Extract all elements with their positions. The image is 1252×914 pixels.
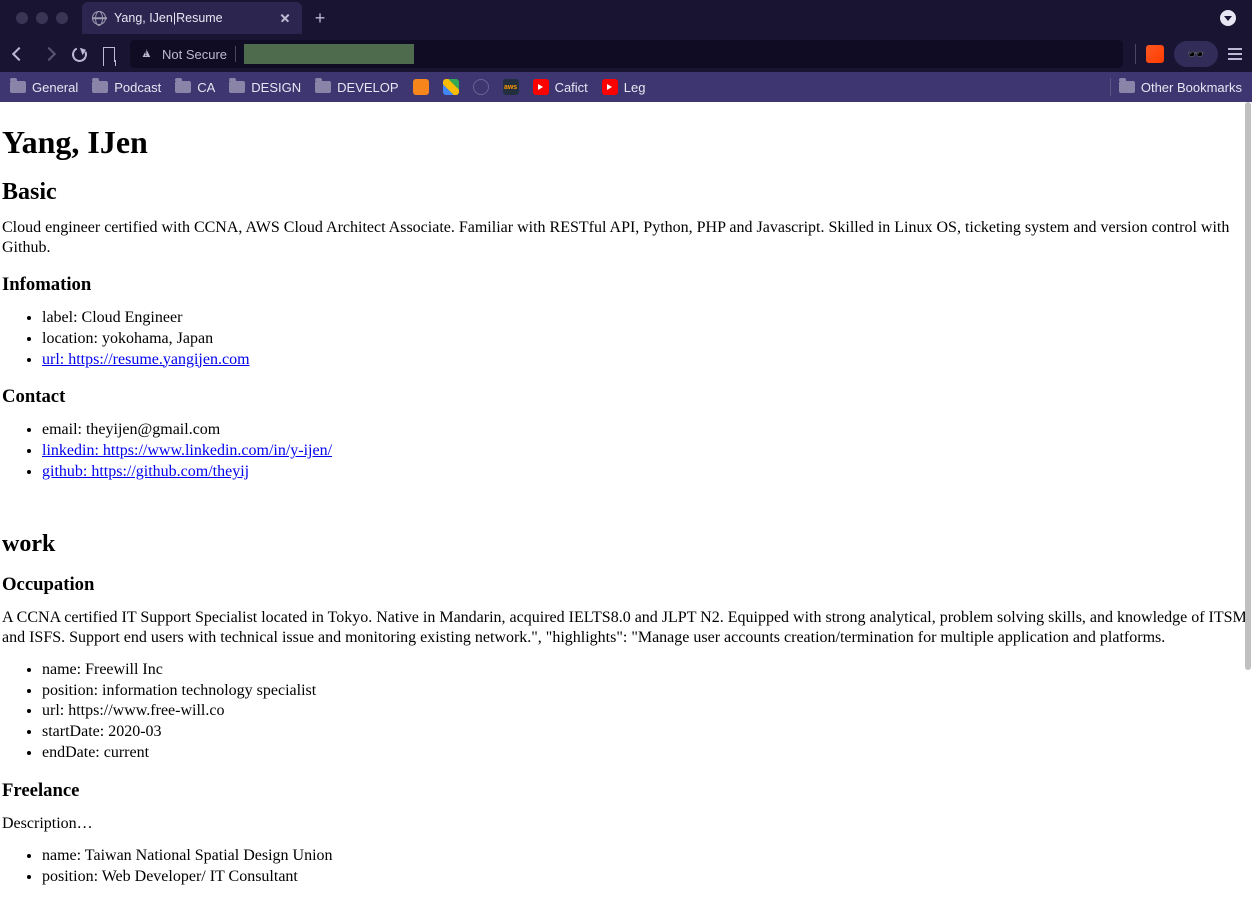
bookmark-folder-ca[interactable]: CA xyxy=(175,80,215,95)
divider xyxy=(1110,78,1111,96)
aws-icon: aws xyxy=(503,79,519,95)
list-item: location: yokohama, Japan xyxy=(42,329,1250,350)
list-item: name: Freewill Inc xyxy=(42,660,1250,681)
close-window[interactable] xyxy=(16,12,28,24)
freelance-list: name: Taiwan National Spatial Design Uni… xyxy=(42,846,1250,888)
list-item: label: Cloud Engineer xyxy=(42,308,1250,329)
youtube-icon xyxy=(533,79,549,95)
list-item: url: https://www.free-will.co xyxy=(42,701,1250,722)
bookmark-folder-podcast[interactable]: Podcast xyxy=(92,80,161,95)
new-tab-button[interactable]: + xyxy=(308,6,332,30)
list-item: linkedin: https://www.linkedin.com/in/y-… xyxy=(42,441,1250,462)
bookmark-cafict[interactable]: Cafict xyxy=(533,79,588,95)
list-item: name: Taiwan National Spatial Design Uni… xyxy=(42,846,1250,867)
list-item: url: https://resume.yangijen.com xyxy=(42,350,1250,371)
list-item: github: https://github.com/theyij xyxy=(42,462,1250,483)
subsection-heading-contact: Contact xyxy=(2,386,1250,408)
bookmark-button[interactable] xyxy=(100,45,118,63)
contact-list: email: theyijen@gmail.com linkedin: http… xyxy=(42,420,1250,482)
folder-icon xyxy=(175,81,191,93)
bookmark-metamask[interactable] xyxy=(413,79,429,95)
list-item: position: information technology special… xyxy=(42,681,1250,702)
folder-icon xyxy=(92,81,108,93)
maximize-window[interactable] xyxy=(56,12,68,24)
youtube-icon xyxy=(602,79,618,95)
browser-tab[interactable]: Yang, IJen|Resume xyxy=(82,2,302,34)
bookmarks-bar: General Podcast CA DESIGN DEVELOP aws Ca… xyxy=(0,72,1252,102)
menu-icon[interactable] xyxy=(1228,48,1242,60)
other-bookmarks[interactable]: Other Bookmarks xyxy=(1119,80,1242,95)
bookmark-folder-design[interactable]: DESIGN xyxy=(229,80,301,95)
page-title: Yang, IJen xyxy=(2,124,1250,161)
crescent-icon xyxy=(473,79,489,95)
subsection-heading-freelance: Freelance xyxy=(2,780,1250,802)
list-item: email: theyijen@gmail.com xyxy=(42,420,1250,441)
forward-button xyxy=(40,45,58,63)
minimize-window[interactable] xyxy=(36,12,48,24)
resume-url-link[interactable]: url: https://resume.yangijen.com xyxy=(42,351,250,368)
folder-icon xyxy=(315,81,331,93)
folder-icon xyxy=(10,81,26,93)
folder-icon xyxy=(1119,81,1135,93)
bookmark-folder-develop[interactable]: DEVELOP xyxy=(315,80,398,95)
address-bar[interactable]: Not Secure xyxy=(130,40,1123,68)
bookmark-crescent[interactable] xyxy=(473,79,489,95)
list-item: startDate: 2020-03 xyxy=(42,722,1250,743)
freelance-description: Description… xyxy=(2,814,1250,834)
scrollbar-thumb[interactable] xyxy=(1245,102,1251,670)
scrollbar[interactable] xyxy=(1244,102,1252,914)
section-heading-basic: Basic xyxy=(2,179,1250,206)
profile-button[interactable]: 🕶️ xyxy=(1174,41,1218,67)
list-item: endDate: current xyxy=(42,743,1250,764)
globe-icon xyxy=(92,11,106,25)
subsection-heading-information: Infomation xyxy=(2,274,1250,296)
information-list: label: Cloud Engineer location: yokohama… xyxy=(42,308,1250,370)
github-link[interactable]: github: https://github.com/theyij xyxy=(42,463,249,480)
bookmark-aws[interactable]: aws xyxy=(503,79,519,95)
subsection-heading-occupation: Occupation xyxy=(2,574,1250,596)
divider xyxy=(235,46,236,62)
bookmark-drive[interactable] xyxy=(443,79,459,95)
occupation-summary: A CCNA certified IT Support Specialist l… xyxy=(2,608,1250,648)
brave-shields-icon[interactable] xyxy=(1146,45,1164,63)
metamask-icon xyxy=(413,79,429,95)
folder-icon xyxy=(229,81,245,93)
tab-title: Yang, IJen|Resume xyxy=(114,11,270,25)
basic-summary: Cloud engineer certified with CCNA, AWS … xyxy=(2,218,1250,258)
tab-list-icon[interactable] xyxy=(1220,10,1236,26)
linkedin-link[interactable]: linkedin: https://www.linkedin.com/in/y-… xyxy=(42,442,332,459)
list-item: position: Web Developer/ IT Consultant xyxy=(42,867,1250,888)
window-controls[interactable] xyxy=(8,12,76,24)
close-tab-icon[interactable] xyxy=(278,11,292,25)
url-redacted xyxy=(244,44,414,64)
back-button[interactable] xyxy=(10,45,28,63)
not-secure-label: Not Secure xyxy=(162,47,227,62)
not-secure-icon xyxy=(140,47,154,61)
section-heading-work: work xyxy=(2,531,1250,558)
bookmark-leg[interactable]: Leg xyxy=(602,79,646,95)
occupation-list: name: Freewill Inc position: information… xyxy=(42,660,1250,764)
page-content: Yang, IJen Basic Cloud engineer certifie… xyxy=(0,102,1252,914)
bookmark-folder-general[interactable]: General xyxy=(10,80,78,95)
reload-button[interactable] xyxy=(70,45,88,63)
divider xyxy=(1135,44,1136,64)
drive-icon xyxy=(443,79,459,95)
